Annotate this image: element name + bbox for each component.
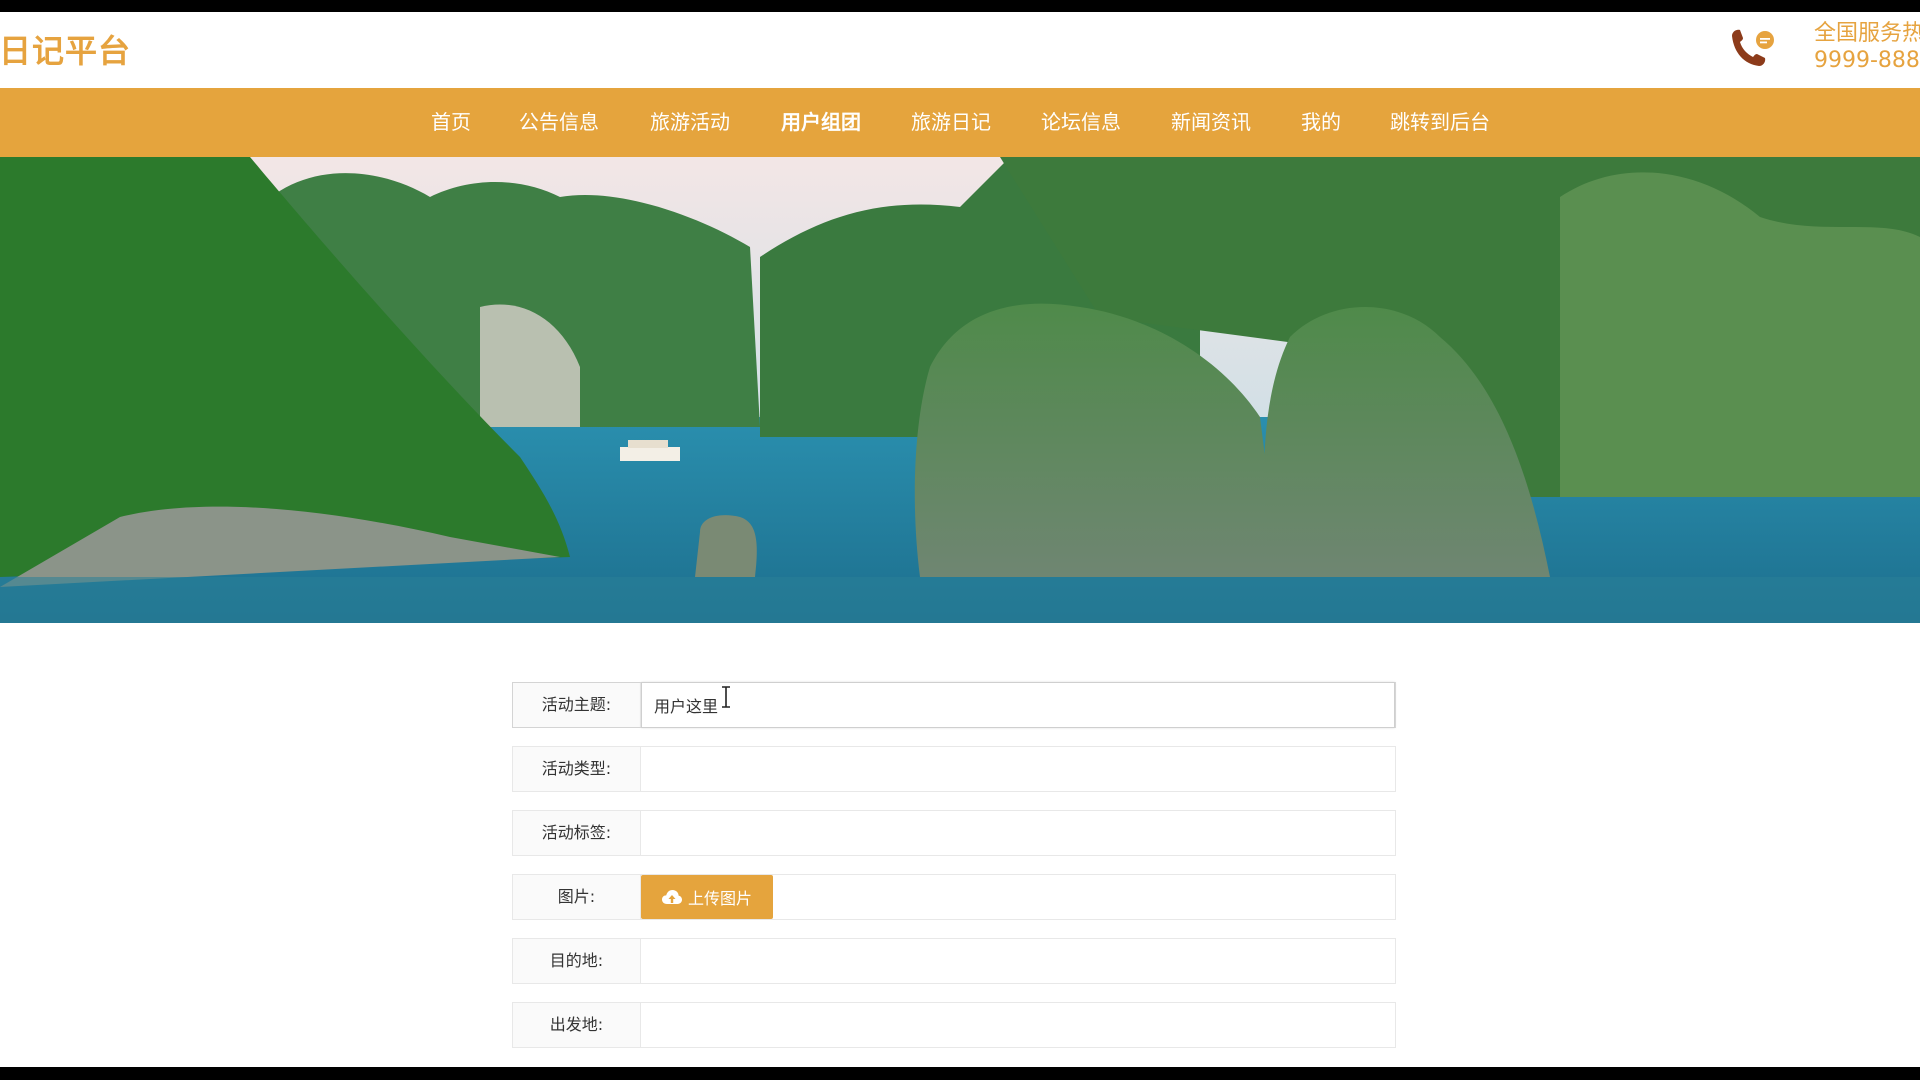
banner-image [0,157,1920,623]
departure-label: 出发地: [513,1003,641,1047]
nav-item-user-groups[interactable]: 用户组团 [781,88,861,157]
main-nav: 首页 公告信息 旅游活动 用户组团 旅游日记 论坛信息 新闻资讯 我的 跳转到后… [0,88,1920,157]
activity-tags-input[interactable] [641,811,1395,855]
site-title: 游日记平台 [0,32,132,70]
departure-input[interactable] [641,1003,1395,1047]
destination-input[interactable] [641,939,1395,983]
field-destination: 目的地: [512,938,1396,984]
field-activity-theme: 活动主题: [512,682,1396,728]
hotline-label: 全国服务热 [1814,21,1920,46]
nav-item-news[interactable]: 新闻资讯 [1171,88,1251,157]
field-departure: 出发地: [512,1002,1396,1048]
destination-label: 目的地: [513,939,641,983]
nav-item-mine[interactable]: 我的 [1301,88,1341,157]
text-cursor-icon [722,686,730,708]
activity-theme-label: 活动主题: [513,683,641,727]
activity-theme-input[interactable] [641,682,1395,728]
nav-item-announcements[interactable]: 公告信息 [519,88,599,157]
hotline-number: 9999-888- [1814,48,1920,73]
cloud-upload-icon [661,890,682,904]
header: 游日记平台 全国服务热 9999-888- [0,12,1920,88]
page: 游日记平台 全国服务热 9999-888- 首页 公告信息 旅游活动 用户组团 … [0,12,1920,1067]
upload-image-button[interactable]: 上传图片 [641,875,773,919]
nav-item-travel-activities[interactable]: 旅游活动 [650,88,730,157]
activity-tags-label: 活动标签: [513,811,641,855]
field-image: 图片: 上传图片 [512,874,1396,920]
hero-banner [0,157,1920,623]
field-activity-type: 活动类型: [512,746,1396,792]
image-label: 图片: [513,875,641,919]
activity-type-input[interactable] [641,747,1395,791]
upload-image-button-label: 上传图片 [687,891,752,908]
nav-item-travel-diary[interactable]: 旅游日记 [911,88,991,157]
hotline: 全国服务热 9999-888- [1814,20,1920,74]
nav-item-admin[interactable]: 跳转到后台 [1390,88,1490,157]
nav-item-forum[interactable]: 论坛信息 [1041,88,1121,157]
nav-item-home[interactable]: 首页 [431,88,471,157]
phone-icon [1732,29,1774,67]
activity-type-label: 活动类型: [513,747,641,791]
field-activity-tags: 活动标签: [512,810,1396,856]
